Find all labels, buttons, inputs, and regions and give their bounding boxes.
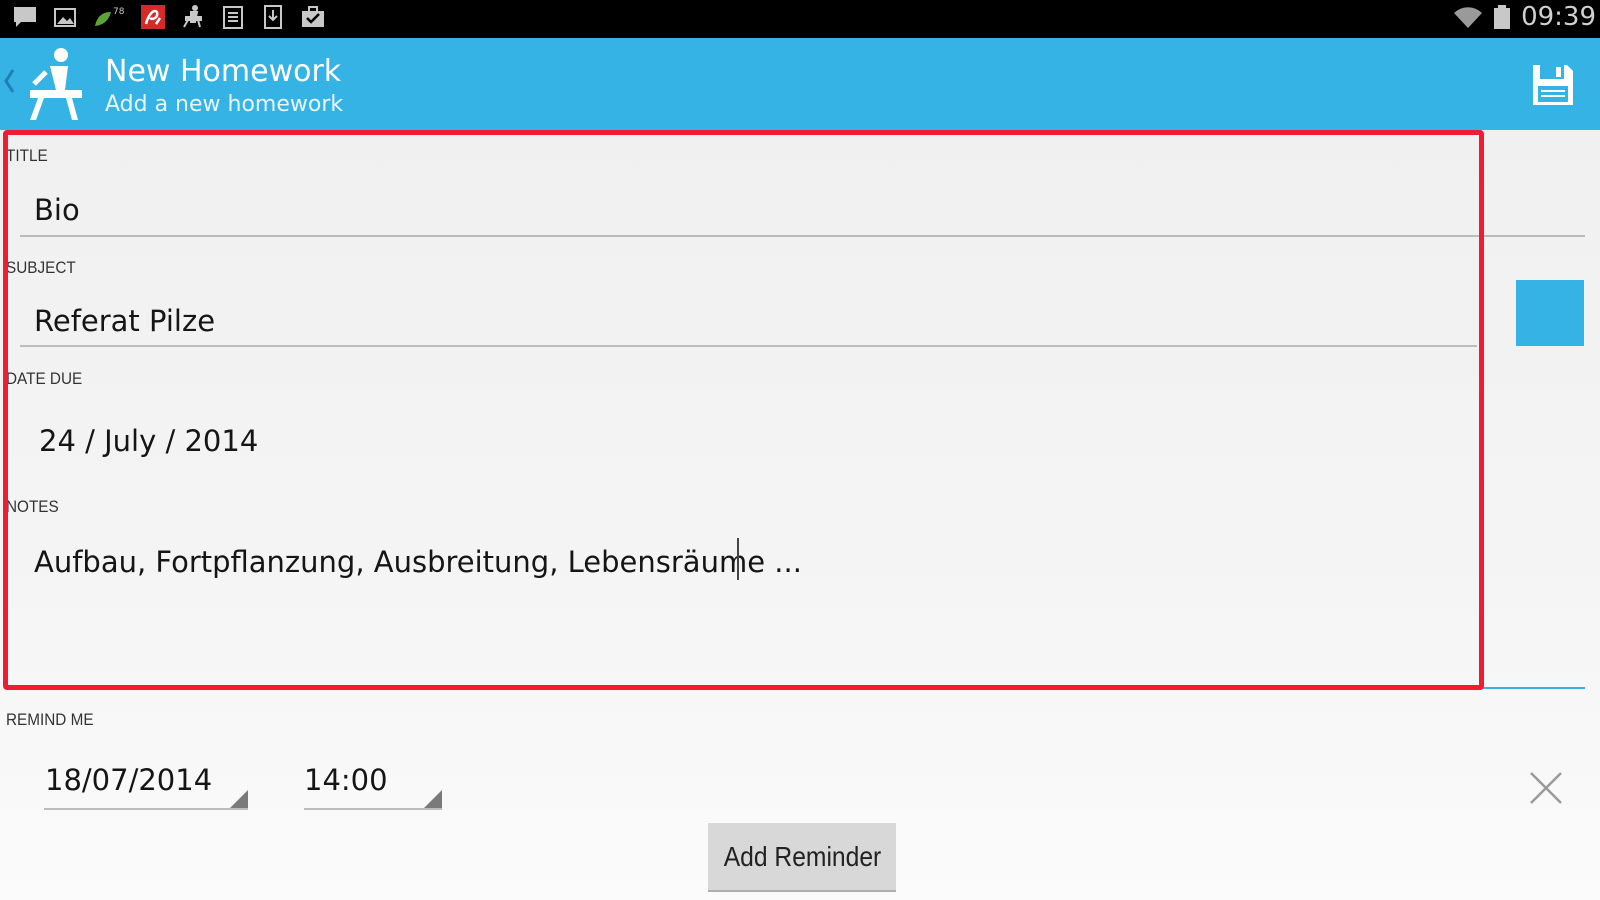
date-due-label: DATE DUE — [6, 369, 83, 388]
reminder-time-spinner[interactable]: 14:00 — [304, 763, 388, 797]
subject-input-underline — [20, 345, 1477, 347]
save-icon[interactable] — [1530, 62, 1576, 108]
subject-label: SUBJECT — [6, 258, 76, 277]
homework-app-icon — [180, 4, 206, 30]
title-label: TITLE — [6, 146, 48, 165]
date-due-picker[interactable]: 24 / July / 2014 — [39, 424, 258, 458]
avira-icon — [140, 4, 166, 30]
action-bar: New Homework Add a new homework — [0, 38, 1600, 130]
badge-count: 78 — [113, 7, 125, 17]
battery-icon — [1493, 4, 1511, 30]
remind-me-label: REMIND ME — [6, 710, 94, 729]
message-icon — [12, 4, 38, 30]
text-cursor — [737, 538, 739, 580]
clock: 09:39 — [1521, 2, 1596, 32]
notes-input[interactable]: Aufbau, Fortpflanzung, Ausbreitung, Lebe… — [34, 545, 802, 579]
leaf-icon: 78 — [92, 4, 126, 30]
title-input[interactable]: Bio — [34, 193, 80, 227]
briefcase-check-icon — [300, 4, 326, 30]
back-chevron-icon[interactable] — [2, 66, 16, 96]
remove-reminder-icon[interactable] — [1528, 770, 1564, 806]
subject-color-swatch[interactable] — [1516, 280, 1584, 346]
add-reminder-label: Add Reminder — [723, 840, 881, 872]
status-bar: 78 09:39 — [0, 0, 1600, 38]
notification-icons: 78 — [12, 4, 326, 30]
app-logo-icon[interactable] — [24, 46, 88, 124]
download-icon — [260, 4, 286, 30]
system-status: 09:39 — [1453, 2, 1596, 32]
reminder-date-dropdown-icon — [230, 790, 248, 808]
image-icon — [52, 4, 78, 30]
reminder-date-spinner[interactable]: 18/07/2014 — [45, 763, 212, 797]
reminder-date-underline — [44, 808, 248, 810]
title-input-underline — [20, 235, 1585, 237]
notes-label: NOTES — [6, 497, 59, 516]
clipboard-icon — [220, 4, 246, 30]
add-reminder-button[interactable]: Add Reminder — [708, 823, 896, 890]
reminder-time-underline — [304, 808, 442, 810]
page-title: New Homework — [105, 54, 342, 89]
highlight-box — [3, 130, 1484, 690]
wifi-icon — [1453, 4, 1483, 30]
notes-input-underline — [20, 687, 1585, 689]
page-subtitle: Add a new homework — [105, 92, 344, 117]
subject-input[interactable]: Referat Pilze — [34, 304, 215, 338]
reminder-time-dropdown-icon — [424, 790, 442, 808]
